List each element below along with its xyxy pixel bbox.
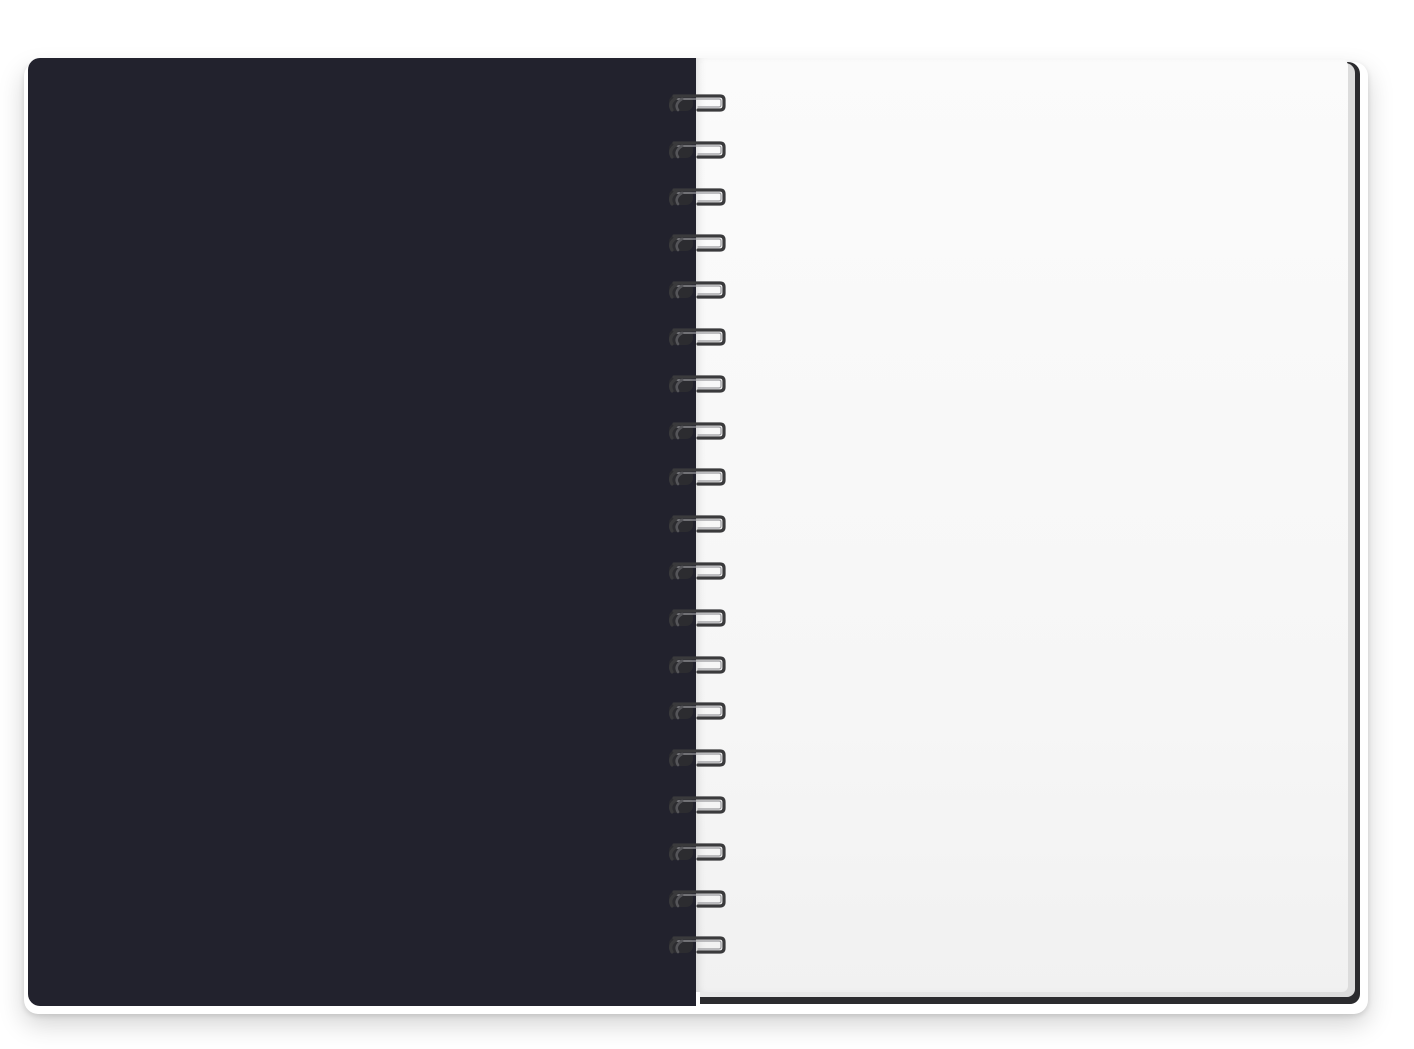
spiral-coil: [664, 137, 728, 163]
coil-loop-icon: [669, 234, 726, 252]
spiral-coil: [664, 464, 728, 490]
spiral-coil: [664, 698, 728, 724]
coil-loop-icon: [669, 281, 726, 299]
spiral-binding: [664, 90, 734, 970]
coil-loop-icon: [669, 655, 726, 674]
coil-loop-icon: [669, 702, 726, 720]
spiral-coil: [664, 277, 728, 303]
coil-loop-icon: [669, 421, 726, 440]
coil-loop-icon: [669, 328, 726, 346]
coil-loop-icon: [669, 187, 726, 206]
spiral-coil: [664, 745, 728, 771]
coil-loop-icon: [669, 609, 726, 627]
coil-loop-icon: [669, 749, 726, 767]
spiral-coil: [664, 886, 728, 912]
spiral-coil: [664, 558, 728, 584]
spiral-coil: [664, 792, 728, 818]
coil-loop-icon: [669, 375, 726, 393]
coil-loop-icon: [669, 889, 726, 908]
coil-loop-icon: [669, 562, 726, 580]
spiral-coil: [664, 324, 728, 350]
spiral-coil: [664, 418, 728, 444]
coil-loop-icon: [669, 141, 726, 159]
coil-loop-icon: [669, 94, 726, 112]
spiral-coil: [664, 371, 728, 397]
blank-page: [696, 58, 1348, 992]
spiral-coil: [664, 90, 728, 116]
coil-loop-icon: [669, 796, 726, 814]
spiral-coil: [664, 932, 728, 958]
notebook-scene: [0, 0, 1414, 1049]
spiral-coil: [664, 184, 728, 210]
coil-loop-icon: [669, 515, 726, 533]
coil-loop-icon: [669, 468, 726, 486]
spiral-coil: [664, 652, 728, 678]
coil-loop-icon: [669, 843, 726, 861]
spiral-coil: [664, 230, 728, 256]
front-cover-inside: [28, 58, 696, 1006]
coil-loop-icon: [669, 936, 726, 954]
spiral-coil: [664, 511, 728, 537]
spiral-coil: [664, 605, 728, 631]
spiral-coil: [664, 839, 728, 865]
